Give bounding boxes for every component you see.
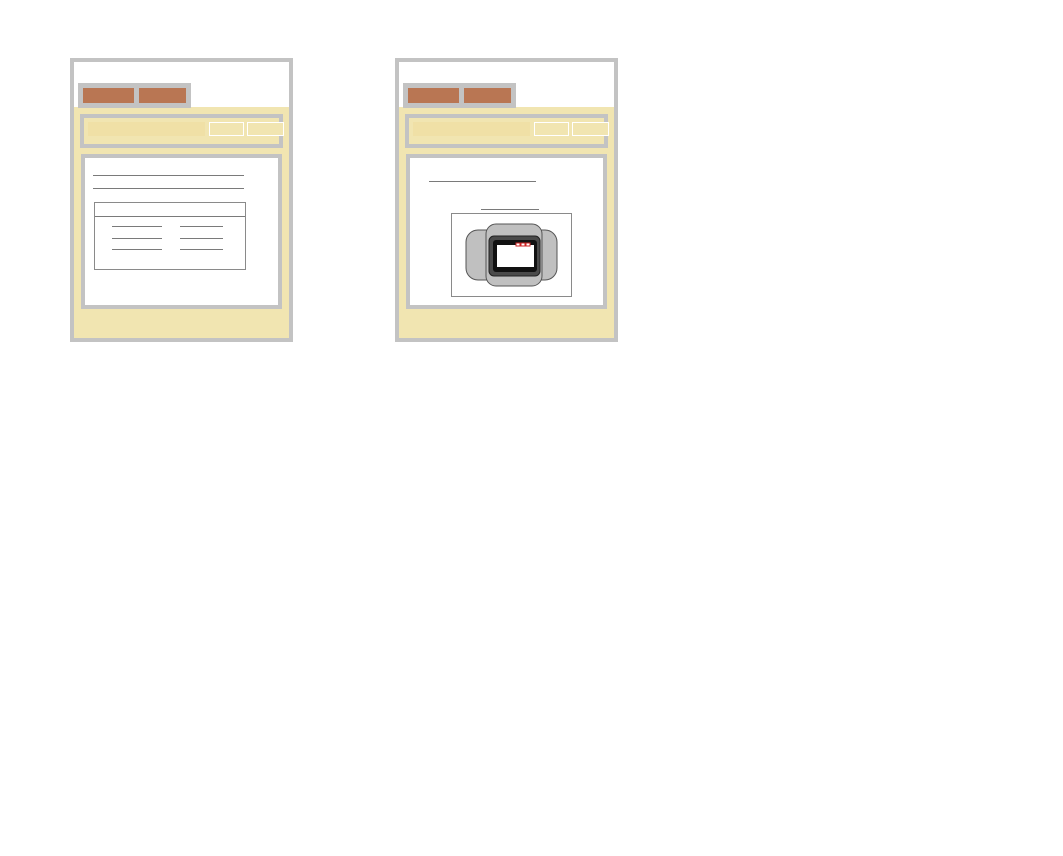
device-screen bbox=[497, 245, 534, 267]
right-tab-strip bbox=[403, 83, 516, 108]
right-content-area bbox=[406, 154, 607, 309]
right-caption-line bbox=[481, 209, 539, 210]
left-tab-strip bbox=[78, 83, 191, 108]
left-tab-2[interactable] bbox=[139, 88, 186, 103]
left-table-header-divider bbox=[95, 216, 245, 217]
right-text-line-1 bbox=[429, 181, 536, 182]
left-table bbox=[94, 202, 246, 270]
left-toolbar-box-2[interactable] bbox=[247, 122, 284, 136]
left-toolbar-field[interactable] bbox=[88, 122, 205, 136]
right-toolbar-box-1[interactable] bbox=[534, 122, 569, 136]
left-text-line-1 bbox=[93, 175, 244, 176]
left-table-cell-r3-c2 bbox=[180, 249, 223, 250]
left-tab-1[interactable] bbox=[83, 88, 134, 103]
left-table-cell-r3-c1 bbox=[112, 249, 162, 250]
right-toolbar-box-2[interactable] bbox=[572, 122, 609, 136]
right-tab-2[interactable] bbox=[464, 88, 511, 103]
left-table-cell-r2-c2 bbox=[180, 238, 223, 239]
left-toolbar bbox=[80, 114, 284, 148]
left-table-cell-r2-c1 bbox=[112, 238, 162, 239]
right-toolbar-field[interactable] bbox=[413, 122, 530, 136]
device-control-1 bbox=[515, 242, 521, 247]
left-toolbar-box-1[interactable] bbox=[209, 122, 244, 136]
left-table-cell-r1-c1 bbox=[112, 226, 162, 227]
left-table-cell-r1-c2 bbox=[180, 226, 223, 227]
right-toolbar bbox=[405, 114, 609, 148]
device-control-2 bbox=[520, 242, 526, 247]
device-illustration bbox=[465, 223, 558, 287]
device-control-3 bbox=[525, 242, 531, 247]
right-panel bbox=[395, 58, 618, 342]
left-panel bbox=[70, 58, 293, 342]
left-content-area bbox=[81, 154, 282, 309]
left-text-line-2 bbox=[93, 188, 244, 189]
device-illustration-frame bbox=[451, 213, 572, 297]
right-tab-1[interactable] bbox=[408, 88, 459, 103]
